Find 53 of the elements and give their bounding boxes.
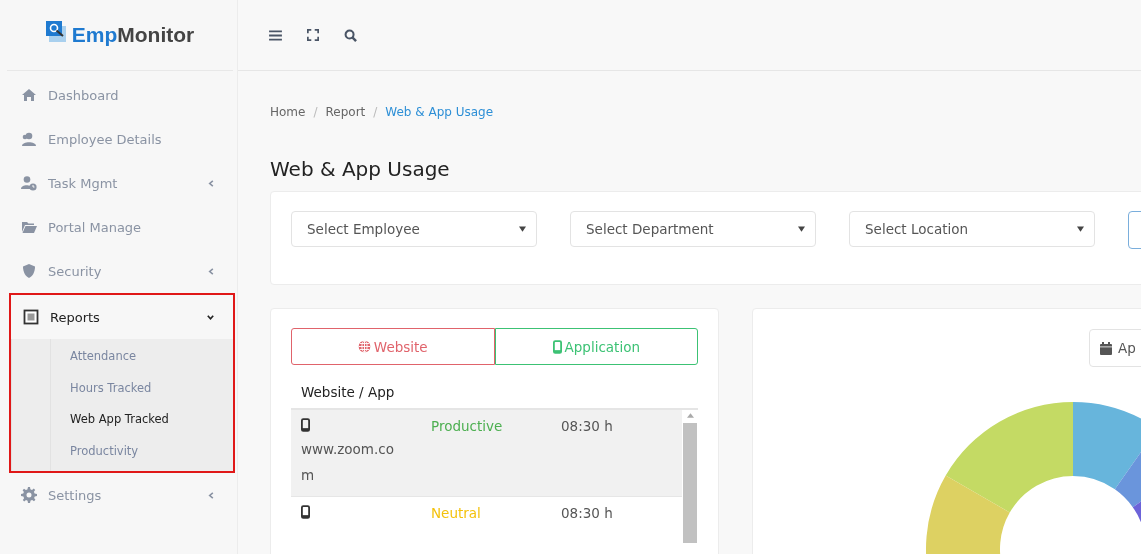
sidebar-item[interactable]: Portal Manage <box>7 205 234 249</box>
breadcrumb-current: Web & App Usage <box>385 105 494 119</box>
date-button[interactable]: Ap <box>1089 329 1141 367</box>
phone-icon <box>301 505 310 519</box>
sidebar-item[interactable]: Employee Details <box>7 117 234 161</box>
usage-tab[interactable]: Application <box>494 328 698 365</box>
caret-icon <box>519 226 526 232</box>
menu-icon[interactable] <box>269 29 282 41</box>
chevron-left-icon <box>207 490 216 500</box>
caret-icon <box>1077 226 1084 232</box>
globe-icon <box>357 340 371 353</box>
phone-icon <box>552 339 562 354</box>
home-icon <box>21 87 37 103</box>
logo-text: EmpMonitor <box>71 23 195 47</box>
submenu-item[interactable]: Hours Tracked <box>50 372 233 404</box>
caret-icon <box>798 226 805 232</box>
sidebar-item[interactable]: Task Mgmt <box>7 161 234 205</box>
chevron-down-icon <box>206 312 215 322</box>
phone-icon <box>301 418 310 432</box>
search-icon[interactable] <box>344 28 357 42</box>
breadcrumb-link[interactable]: Report <box>325 105 366 119</box>
table-cell: 08:30 h <box>561 418 613 434</box>
fullscreen-icon[interactable] <box>307 29 319 41</box>
submenu-item[interactable]: Attendance <box>50 341 233 373</box>
logo-icon <box>45 21 68 43</box>
table-cell: 08:30 h <box>561 505 613 521</box>
user-icon <box>21 131 37 147</box>
select-dropdown[interactable]: Select Employee <box>291 211 537 247</box>
sidebar-item[interactable]: Settings <box>7 473 234 517</box>
select-dropdown[interactable]: Select Department <box>570 211 816 247</box>
submenu-item[interactable]: Web App Tracked <box>50 404 233 436</box>
usage-tab[interactable]: Website <box>291 328 495 365</box>
submenu-item[interactable]: Productivity <box>50 435 233 467</box>
breadcrumb-link[interactable]: Home <box>270 105 306 119</box>
user-clock-icon <box>21 175 37 191</box>
chevron-left-icon <box>207 266 216 276</box>
chevron-left-icon <box>207 178 216 188</box>
sidebar-item[interactable]: Security <box>7 249 234 293</box>
breadcrumb-separator: / <box>373 105 378 119</box>
status-text: Neutral <box>431 505 481 521</box>
table-cell-text: www.zoom.com <box>301 440 395 485</box>
sidebar-item[interactable]: Reports <box>11 295 233 339</box>
status-text: Productive <box>431 418 503 434</box>
report-icon <box>23 309 39 325</box>
table-row[interactable]: www.zoom.com Productive 08:30 h <box>291 410 682 497</box>
breadcrumb-separator: / <box>313 105 318 119</box>
select-dropdown[interactable]: Select Location <box>849 211 1095 247</box>
shield-icon <box>21 263 37 279</box>
sidebar-item[interactable]: Dashboard <box>7 73 234 117</box>
folder-icon <box>21 219 37 235</box>
calendar-icon <box>1100 341 1112 355</box>
page-title: Web & App Usage <box>270 157 451 181</box>
gear-icon <box>21 487 37 503</box>
